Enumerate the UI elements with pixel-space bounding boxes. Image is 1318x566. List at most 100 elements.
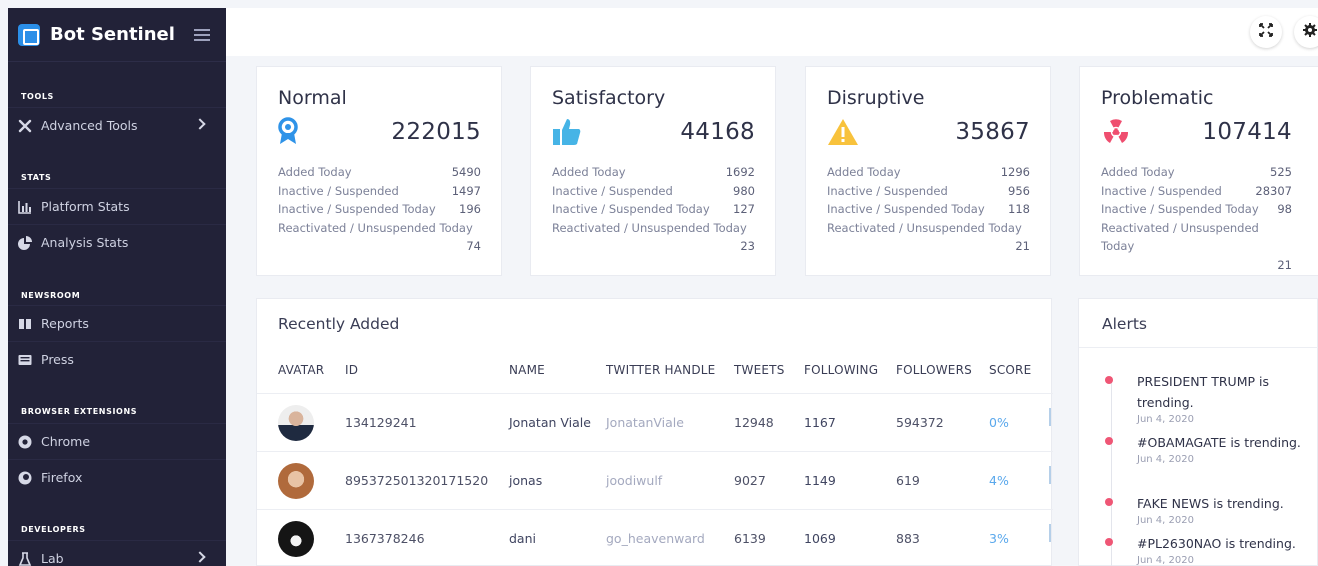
stat-row-inactive-today: Inactive / Suspended Today 98 (1101, 200, 1292, 219)
cell-name[interactable]: dani (509, 531, 536, 546)
stat-card-normal: Normal 222015 Added Today 5490 Inactive /… (256, 66, 502, 276)
stat-row-added: Added Today 1296 (827, 163, 1030, 182)
sidebar-item-analysis-stats[interactable]: Analysis Stats (8, 224, 226, 260)
stat-label: Added Today (278, 165, 352, 179)
stat-label-reactivated: Reactivated / Unsuspended Today (1101, 220, 1259, 254)
avatar[interactable] (278, 405, 314, 441)
cell-tweets: 12948 (734, 415, 774, 430)
stat-value: 196 (459, 202, 481, 216)
firefox-icon (18, 471, 32, 485)
cell-tweets: 9027 (734, 473, 766, 488)
brand[interactable]: Bot Sentinel (8, 8, 226, 62)
cell-handle[interactable]: JonatanViale (606, 415, 684, 430)
alert-text: FAKE NEWS is trending. (1137, 496, 1284, 511)
alert-text: #PL2630NAO is trending. (1137, 536, 1296, 551)
stat-label: Inactive / Suspended Today (278, 202, 436, 216)
section-label-browser-extensions: BROWSER EXTENSIONS (21, 407, 138, 416)
row-indicator (1049, 466, 1051, 484)
alert-dot-icon (1105, 498, 1113, 506)
chevron-right-icon (194, 551, 206, 563)
stat-value: 5490 (451, 165, 481, 179)
stat-total: 35867 (955, 119, 1030, 145)
stat-total: 222015 (391, 119, 481, 145)
avatar[interactable] (278, 521, 314, 557)
sidebar-item-reports[interactable]: Reports (8, 305, 226, 341)
alert-text: #OBAMAGATE is trending. (1137, 435, 1301, 450)
tools-icon (18, 119, 32, 133)
top-bar (226, 8, 1318, 56)
stat-total: 107414 (1202, 119, 1292, 145)
stat-label: Inactive / Suspended Today (827, 202, 985, 216)
stat-label: Added Today (827, 165, 901, 179)
settings-button[interactable] (1294, 16, 1318, 48)
sidebar-item-label: Lab (41, 551, 64, 566)
alert-item[interactable]: PRESIDENT TRUMP is trending. Jun 4, 2020 (1105, 371, 1315, 427)
column-header-score: SCORE (989, 363, 1032, 377)
alert-item[interactable]: #OBAMAGATE is trending. Jun 4, 2020 (1105, 432, 1315, 467)
chrome-icon (18, 435, 32, 449)
sidebar-item-label: Firefox (41, 470, 83, 485)
menu-toggle-icon[interactable] (194, 29, 210, 41)
bot-sentinel-logo-icon (18, 23, 40, 46)
cell-name[interactable]: Jonatan Viale (509, 415, 591, 430)
stat-label-reactivated: Reactivated / Unsuspended Today (552, 220, 747, 235)
stat-row-inactive-today: Inactive / Suspended Today 196 (278, 200, 481, 219)
table-row[interactable]: 895372501320171520 jonas joodiwulf 9027 … (257, 451, 1053, 509)
warning-icon (827, 117, 858, 147)
gear-icon (1303, 23, 1317, 41)
alert-dot-icon (1105, 376, 1113, 384)
section-label-newsroom: NEWSROOM (21, 291, 81, 300)
sidebar-item-press[interactable]: Press (8, 341, 226, 377)
recently-added-title: Recently Added (278, 315, 400, 333)
sidebar-item-chrome[interactable]: Chrome (8, 423, 226, 459)
alerts-title: Alerts (1102, 315, 1147, 333)
alert-item[interactable]: #PL2630NAO is trending. Jun 4, 2020 (1105, 533, 1315, 566)
stat-row-added: Added Today 525 (1101, 163, 1292, 182)
stat-title: Problematic (1101, 87, 1214, 109)
cell-handle[interactable]: joodiwulf (606, 473, 662, 488)
fullscreen-button[interactable] (1250, 16, 1282, 48)
section-label-tools: TOOLS (21, 92, 54, 101)
cell-name[interactable]: jonas (509, 473, 542, 488)
cell-id: 134129241 (345, 415, 417, 430)
alert-dot-icon (1105, 437, 1113, 445)
radiation-icon (1101, 117, 1131, 147)
chevron-right-icon (194, 118, 206, 130)
stat-title: Satisfactory (552, 87, 666, 109)
stat-value: 127 (733, 202, 755, 216)
stat-label: Inactive / Suspended (1101, 183, 1222, 198)
stat-row-inactive-today: Inactive / Suspended Today 127 (552, 200, 755, 219)
sidebar-item-label: Analysis Stats (41, 235, 129, 250)
stat-label: Added Today (552, 165, 626, 179)
cell-following: 1149 (804, 473, 836, 488)
column-header-id: ID (345, 363, 359, 377)
stat-row-inactive: Inactive / Suspended 1497 (278, 182, 481, 201)
row-indicator (1049, 524, 1051, 542)
stat-row-added: Added Today 1692 (552, 163, 755, 182)
stat-title: Normal (278, 87, 347, 109)
stat-label: Inactive / Suspended (552, 183, 673, 198)
column-header-following: FOLLOWING (804, 363, 879, 377)
cell-score: 0% (989, 415, 1009, 430)
sidebar-item-label: Advanced Tools (41, 118, 138, 133)
stat-label: Inactive / Suspended Today (552, 202, 710, 216)
cell-id: 895372501320171520 (345, 473, 489, 488)
cell-following: 1069 (804, 531, 836, 546)
app: Bot Sentinel TOOLS Advanced Tools STATS … (0, 0, 1318, 566)
cell-followers: 883 (896, 531, 920, 546)
stat-label: Inactive / Suspended (827, 183, 948, 198)
sidebar-item-advanced-tools[interactable]: Advanced Tools (8, 107, 226, 143)
table-row[interactable]: 134129241 Jonatan Viale JonatanViale 129… (257, 393, 1053, 451)
avatar[interactable] (278, 463, 314, 499)
alert-item[interactable]: FAKE NEWS is trending. Jun 4, 2020 (1105, 493, 1315, 528)
cell-handle[interactable]: go_heavenward (606, 531, 705, 546)
sidebar-item-firefox[interactable]: Firefox (8, 459, 226, 495)
table-row[interactable]: 1367378246 dani go_heavenward 6139 1069 … (257, 509, 1053, 566)
newspaper-icon (18, 353, 32, 367)
sidebar-item-platform-stats[interactable]: Platform Stats (8, 188, 226, 224)
stat-value: 980 (733, 183, 755, 198)
flask-icon (18, 551, 32, 566)
sidebar-item-label: Press (41, 352, 74, 367)
sidebar-item-lab[interactable]: Lab (8, 540, 226, 566)
sidebar-item-label: Platform Stats (41, 199, 130, 214)
